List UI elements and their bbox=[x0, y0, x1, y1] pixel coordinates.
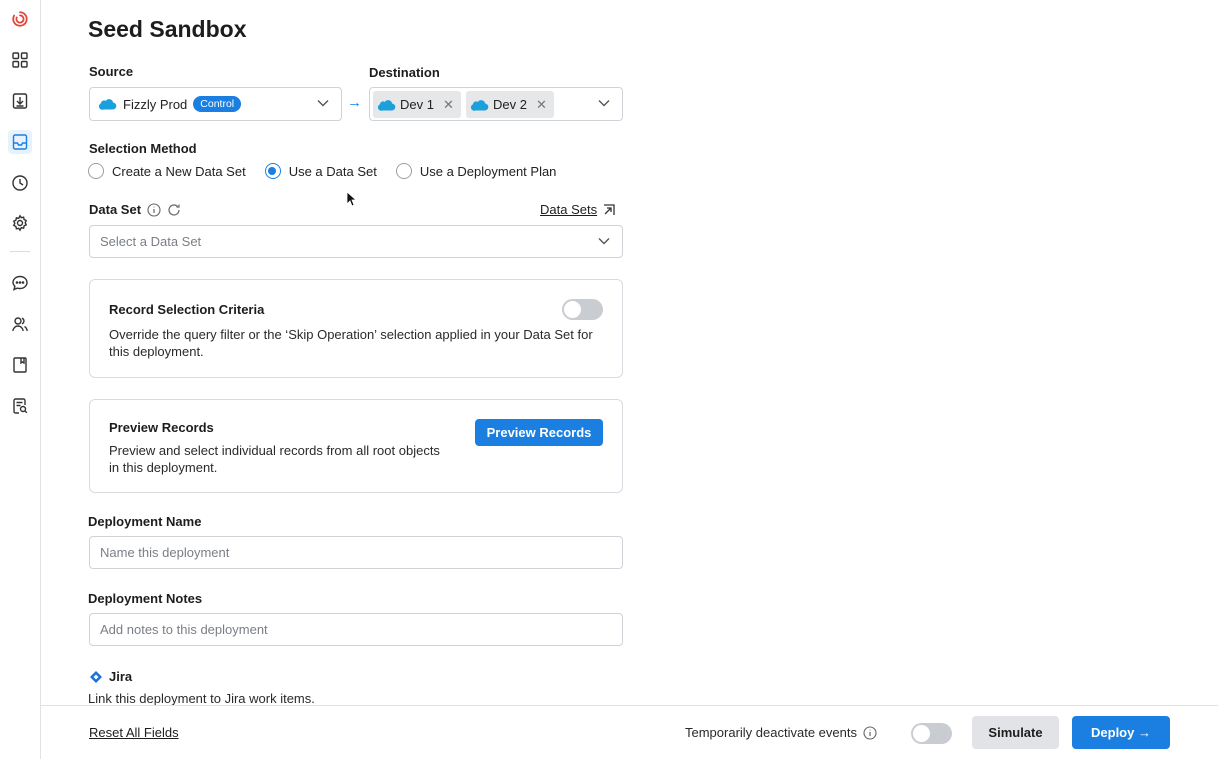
report-search-icon[interactable] bbox=[8, 394, 32, 418]
selection-method-group: Create a New Data Set Use a Data Set Use… bbox=[88, 163, 575, 179]
reset-all-fields-link[interactable]: Reset All Fields bbox=[89, 725, 179, 740]
destination-select[interactable]: Dev 1 ✕ Dev 2 ✕ bbox=[369, 87, 623, 121]
deactivate-events-row: Temporarily deactivate events bbox=[685, 725, 877, 740]
main-content: Seed Sandbox Source Destination Fizzly P… bbox=[41, 0, 1218, 705]
data-set-label: Data Set bbox=[89, 202, 142, 217]
data-sets-link-label[interactable]: Data Sets bbox=[540, 202, 597, 217]
destination-chip-dev2[interactable]: Dev 2 ✕ bbox=[466, 91, 554, 118]
deployment-name-placeholder: Name this deployment bbox=[100, 545, 230, 560]
simulate-button[interactable]: Simulate bbox=[972, 716, 1059, 749]
data-set-placeholder: Select a Data Set bbox=[100, 234, 202, 249]
history-icon[interactable] bbox=[8, 171, 32, 195]
radio-label: Use a Data Set bbox=[288, 163, 377, 179]
bookmark-book-icon[interactable] bbox=[8, 353, 32, 377]
source-select[interactable]: Fizzly Prod Control bbox=[89, 87, 342, 121]
radio-button[interactable] bbox=[264, 163, 281, 179]
radio-label: Create a New Data Set bbox=[112, 163, 246, 179]
external-link-icon[interactable] bbox=[602, 203, 616, 217]
info-icon[interactable] bbox=[863, 725, 877, 740]
download-icon[interactable] bbox=[8, 89, 32, 113]
radio-create-new-data-set[interactable]: Create a New Data Set bbox=[88, 163, 246, 179]
record-criteria-title: Record Selection Criteria bbox=[109, 302, 265, 317]
info-icon[interactable] bbox=[147, 202, 161, 217]
deployment-notes-input[interactable]: Add notes to this deployment bbox=[89, 613, 623, 646]
jira-diamond-icon bbox=[90, 670, 102, 683]
record-criteria-description: Override the query filter or the ‘Skip O… bbox=[109, 327, 593, 359]
salesforce-cloud-icon bbox=[99, 99, 117, 110]
chevron-down-icon bbox=[317, 100, 329, 107]
salesforce-cloud-icon bbox=[378, 99, 396, 111]
chip-label: Dev 1 bbox=[400, 97, 434, 112]
deploy-button[interactable]: Deploy → bbox=[1072, 716, 1170, 749]
chevron-down-icon bbox=[598, 100, 610, 107]
chevron-down-icon bbox=[598, 238, 610, 245]
radio-use-data-set[interactable]: Use a Data Set bbox=[264, 163, 377, 179]
mouse-cursor-icon bbox=[346, 191, 356, 207]
destination-label: Destination bbox=[369, 65, 440, 80]
arrow-right-icon: → bbox=[347, 94, 362, 111]
page-title: Seed Sandbox bbox=[88, 16, 247, 42]
preview-title: Preview Records bbox=[109, 420, 214, 435]
data-set-label-row: Data Set bbox=[89, 202, 181, 217]
source-value: Fizzly Prod Control bbox=[99, 96, 242, 112]
sandbox-icon[interactable] bbox=[8, 130, 32, 154]
radio-label: Use a Deployment Plan bbox=[419, 163, 557, 179]
chat-icon[interactable] bbox=[8, 271, 32, 295]
preview-records-card: Preview Records Preview and select indiv… bbox=[89, 399, 623, 493]
radio-button[interactable] bbox=[395, 163, 412, 179]
logo-swirl-icon bbox=[12, 11, 28, 27]
control-badge: Control bbox=[193, 96, 242, 112]
sidebar-divider bbox=[10, 251, 30, 252]
data-set-select[interactable]: Select a Data Set bbox=[89, 225, 623, 258]
footer-bar: Reset All Fields Temporarily deactivate … bbox=[41, 705, 1218, 759]
preview-description: Preview and select individual records fr… bbox=[109, 443, 440, 475]
radio-button[interactable] bbox=[88, 163, 104, 179]
jira-description: Link this deployment to Jira work items. bbox=[88, 691, 315, 705]
dashboard-icon[interactable] bbox=[8, 48, 32, 72]
jira-heading: Jira bbox=[89, 669, 132, 684]
source-label: Source bbox=[89, 64, 134, 79]
app-logo-icon[interactable] bbox=[8, 7, 32, 31]
sidebar bbox=[0, 0, 41, 759]
record-criteria-toggle[interactable] bbox=[562, 299, 603, 320]
close-icon[interactable]: ✕ bbox=[443, 97, 454, 113]
radio-use-deployment-plan[interactable]: Use a Deployment Plan bbox=[395, 163, 557, 179]
close-icon[interactable]: ✕ bbox=[536, 97, 547, 113]
source-name: Fizzly Prod bbox=[123, 96, 188, 112]
refresh-icon[interactable] bbox=[167, 203, 181, 217]
deactivate-events-toggle[interactable] bbox=[911, 723, 952, 744]
chip-label: Dev 2 bbox=[493, 97, 527, 112]
data-sets-link[interactable]: Data Sets bbox=[540, 202, 616, 217]
destination-chip-dev1[interactable]: Dev 1 ✕ bbox=[373, 91, 461, 118]
salesforce-cloud-icon bbox=[471, 99, 489, 111]
preview-records-button[interactable]: Preview Records bbox=[475, 419, 603, 446]
users-icon[interactable] bbox=[8, 312, 32, 336]
deployment-name-label: Deployment Name bbox=[88, 514, 202, 529]
deactivate-events-label: Temporarily deactivate events bbox=[685, 725, 857, 740]
deployment-notes-placeholder: Add notes to this deployment bbox=[100, 622, 268, 637]
selection-method-label: Selection Method bbox=[89, 141, 197, 156]
settings-gear-icon[interactable] bbox=[8, 211, 32, 235]
deployment-name-input[interactable]: Name this deployment bbox=[89, 536, 623, 569]
jira-title: Jira bbox=[109, 669, 133, 684]
record-selection-criteria-card: Record Selection Criteria Override the q… bbox=[89, 279, 623, 378]
deployment-notes-label: Deployment Notes bbox=[88, 591, 203, 606]
